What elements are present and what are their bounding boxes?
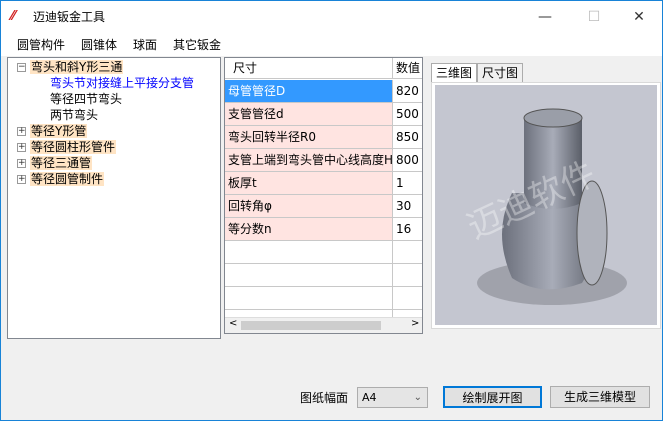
menu-other-sheet-metal[interactable]: 其它钣金 bbox=[165, 36, 229, 53]
grid-row[interactable]: 等分数n 16 bbox=[225, 218, 422, 241]
grid-row[interactable]: 弯头回转半径R0 850 bbox=[225, 126, 422, 149]
param-name[interactable]: 板厚t bbox=[225, 172, 393, 194]
window-title: 迈迪钣金工具 bbox=[33, 10, 106, 24]
view-tabs: 三维图 尺寸图 bbox=[431, 63, 524, 84]
param-name[interactable]: 母管管径D bbox=[225, 80, 393, 102]
grid-row[interactable]: 板厚t 1 bbox=[225, 172, 422, 195]
minimize-button[interactable]: — bbox=[522, 1, 568, 32]
paper-size-select[interactable]: A4 ⌄ bbox=[357, 387, 428, 408]
menu-pipe-components[interactable]: 圆管构件 bbox=[9, 36, 73, 53]
tree-node-label: 等径三通管 bbox=[30, 156, 93, 170]
tree-node[interactable]: 等径Y形管 bbox=[30, 123, 88, 139]
grid-row[interactable]: 支管管径d 500 bbox=[225, 103, 422, 126]
tree-node[interactable]: 等径圆管制件 bbox=[30, 171, 105, 187]
tree-node-label: 等径圆柱形管件 bbox=[30, 140, 117, 154]
menu-cone[interactable]: 圆锥体 bbox=[73, 36, 125, 53]
paper-size-value: A4 bbox=[362, 391, 377, 404]
parameter-grid: 尺寸 数值 母管管径D 820 支管管径d 500 弯头回转半径R0 850 支管上端到弯头… bbox=[224, 57, 423, 334]
category-tree: − 弯头和斜Y形三通 弯头节对接缝上平接分支管 等径四节弯头 两节弯头 + 等径… bbox=[7, 57, 221, 339]
tab-dimension-view[interactable]: 尺寸图 bbox=[477, 63, 524, 83]
param-value[interactable]: 1 bbox=[393, 172, 422, 194]
tree-leaf-selected[interactable]: 弯头节对接缝上平接分支管 bbox=[50, 75, 194, 91]
title-bar: ⁄⁄ 迈迪钣金工具 — ☐ ✕ bbox=[1, 1, 662, 32]
tree-node-label: 等径Y形管 bbox=[30, 124, 88, 138]
param-value[interactable]: 16 bbox=[393, 218, 422, 240]
grid-row[interactable]: 回转角φ 30 bbox=[225, 195, 422, 218]
scroll-left-button[interactable]: < bbox=[229, 318, 237, 329]
expand-icon[interactable]: + bbox=[17, 175, 26, 184]
draw-unfold-button[interactable]: 绘制展开图 bbox=[443, 386, 542, 408]
expand-icon[interactable]: + bbox=[17, 143, 26, 152]
chevron-down-icon: ⌄ bbox=[413, 392, 422, 403]
horizontal-scrollbar[interactable]: < > bbox=[225, 317, 422, 333]
tree-node-label: 等径圆管制件 bbox=[30, 172, 105, 186]
empty-row bbox=[225, 264, 422, 287]
header-dimension: 尺寸 bbox=[225, 58, 393, 78]
param-value[interactable]: 850 bbox=[393, 126, 422, 148]
collapse-icon[interactable]: − bbox=[17, 63, 26, 72]
maximize-button[interactable]: ☐ bbox=[571, 1, 617, 32]
paper-size-label: 图纸幅面 bbox=[300, 391, 349, 405]
scroll-right-button[interactable]: > bbox=[411, 318, 419, 329]
generate-3d-model-button[interactable]: 生成三维模型 bbox=[550, 386, 650, 408]
param-value[interactable]: 800 bbox=[393, 149, 422, 171]
3d-preview: 迈迪软件 bbox=[431, 82, 661, 329]
close-button[interactable]: ✕ bbox=[616, 1, 662, 32]
param-value[interactable]: 500 bbox=[393, 103, 422, 125]
param-value[interactable]: 820 bbox=[393, 80, 422, 102]
param-name[interactable]: 支管上端到弯头管中心线高度H bbox=[225, 149, 393, 171]
scrollbar-thumb[interactable] bbox=[241, 321, 381, 330]
grid-row[interactable]: 母管管径D 820 bbox=[225, 80, 422, 103]
tree-node[interactable]: 等径圆柱形管件 bbox=[30, 139, 117, 155]
tree-node-elbow-tee[interactable]: 弯头和斜Y形三通 bbox=[30, 59, 124, 75]
empty-row bbox=[225, 241, 422, 264]
empty-row bbox=[225, 287, 422, 310]
app-logo-icon: ⁄⁄ bbox=[11, 8, 16, 24]
param-name[interactable]: 等分数n bbox=[225, 218, 393, 240]
expand-icon[interactable]: + bbox=[17, 159, 26, 168]
tree-leaf[interactable]: 等径四节弯头 bbox=[50, 91, 122, 107]
tree-node[interactable]: 等径三通管 bbox=[30, 155, 93, 171]
expand-icon[interactable]: + bbox=[17, 127, 26, 136]
grid-row[interactable]: 支管上端到弯头管中心线高度H 800 bbox=[225, 149, 422, 172]
tree-leaf[interactable]: 两节弯头 bbox=[50, 107, 98, 123]
tab-3d-view[interactable]: 三维图 bbox=[431, 63, 478, 84]
param-value[interactable]: 30 bbox=[393, 195, 422, 217]
menu-sphere[interactable]: 球面 bbox=[125, 36, 165, 53]
menu-bar: 圆管构件 圆锥体 球面 其它钣金 bbox=[1, 32, 662, 56]
param-name[interactable]: 弯头回转半径R0 bbox=[225, 126, 393, 148]
grid-header: 尺寸 数值 bbox=[225, 58, 422, 79]
param-name[interactable]: 支管管径d bbox=[225, 103, 393, 125]
header-value: 数值 bbox=[396, 61, 421, 75]
tree-node-label: 弯头和斜Y形三通 bbox=[30, 60, 124, 74]
param-name[interactable]: 回转角φ bbox=[225, 195, 393, 217]
